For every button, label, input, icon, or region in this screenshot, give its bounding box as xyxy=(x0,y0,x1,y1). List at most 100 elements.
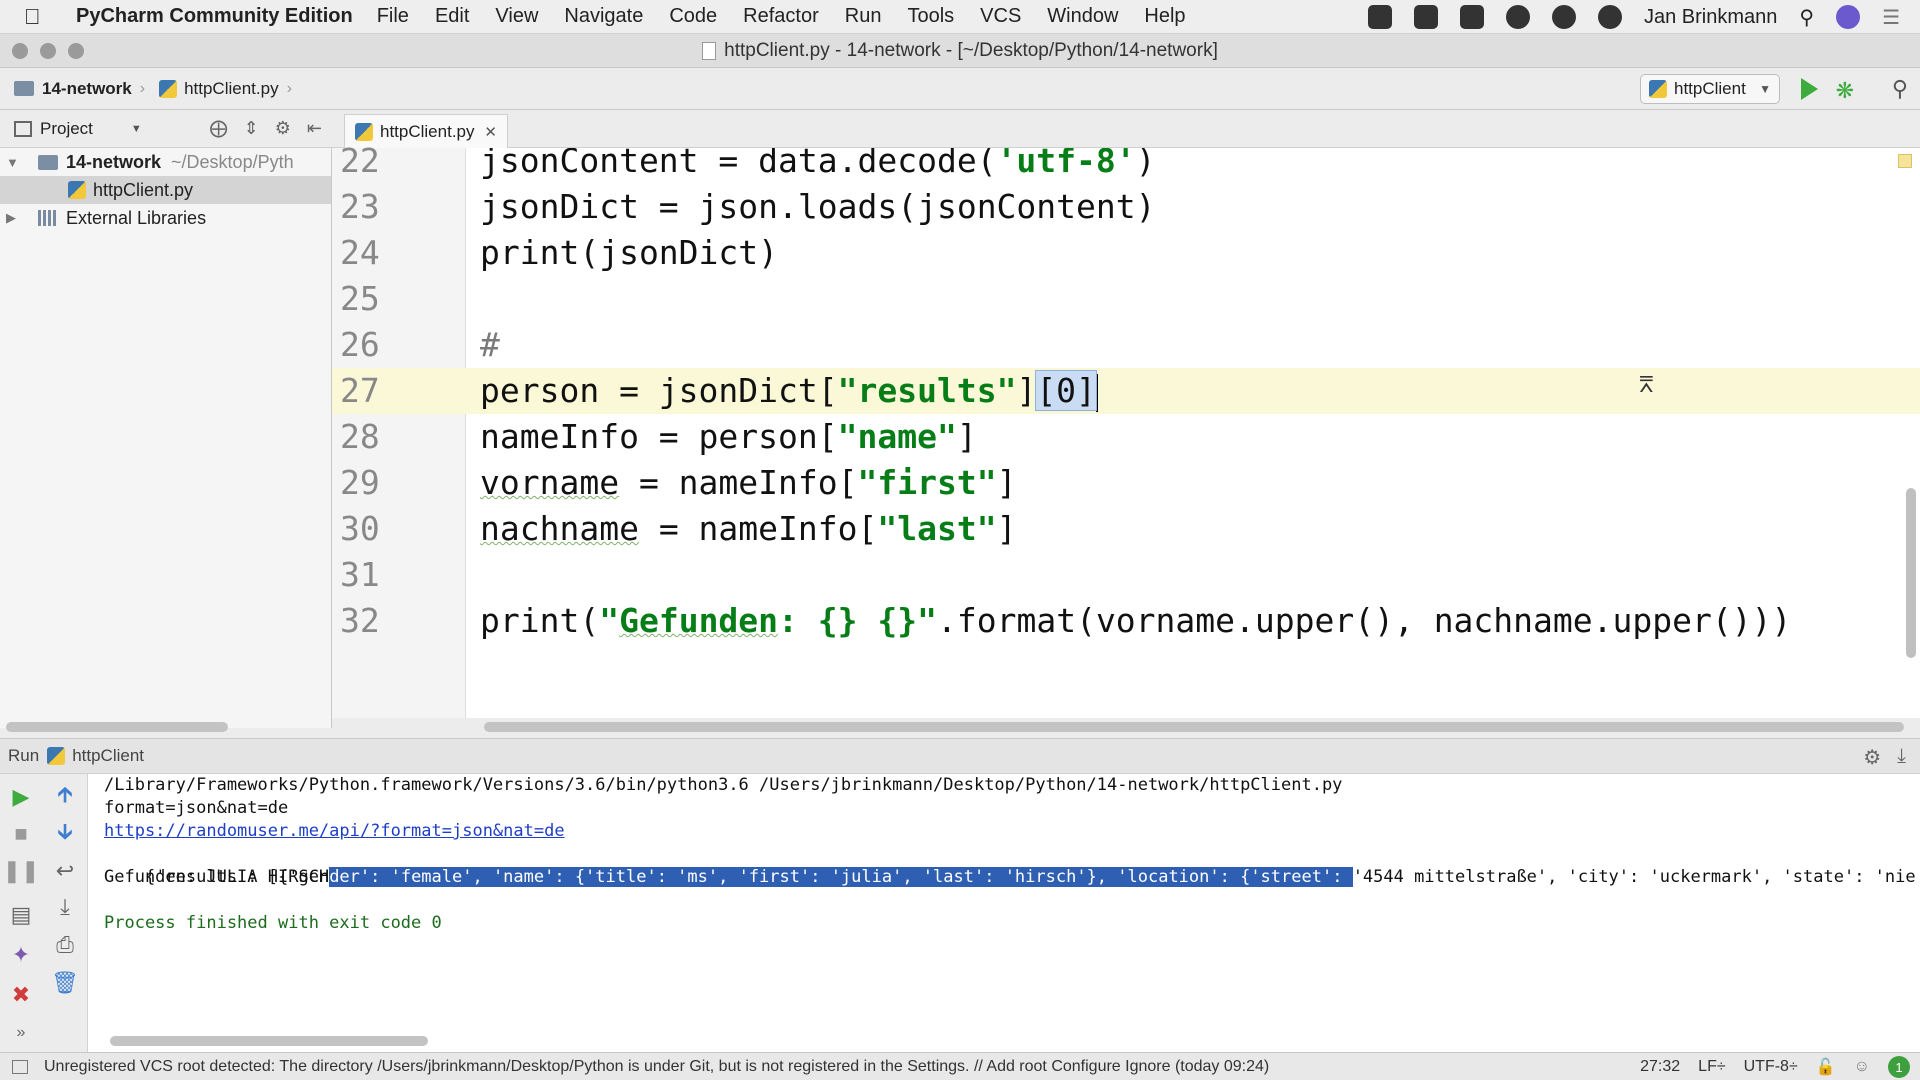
close-run-icon[interactable]: ✖ xyxy=(6,980,36,1010)
code-line[interactable]: jsonContent = data.decode('utf-8') xyxy=(466,148,1920,184)
code-line[interactable]: print("Gefunden: {} {}".format(vorname.u… xyxy=(466,598,1920,644)
mouse-ibeam-cursor-icon: ⌆ xyxy=(1638,366,1655,399)
gear-icon[interactable]: ⚙ xyxy=(275,118,291,139)
time-machine-icon[interactable] xyxy=(1598,5,1622,29)
tool-windows-icon[interactable] xyxy=(12,1059,28,1074)
expand-arrow-icon[interactable]: ▼ xyxy=(6,155,24,170)
lock-icon[interactable]: 🔓 xyxy=(1816,1057,1836,1077)
tree-item-external-libraries[interactable]: ▶ External Libraries xyxy=(0,204,331,232)
menu-file[interactable]: File xyxy=(377,5,409,28)
code-line[interactable]: nameInfo = person["name"] xyxy=(466,414,1920,460)
debug-icon[interactable]: ❋ xyxy=(1836,78,1854,104)
leaf-icon[interactable] xyxy=(1506,5,1530,29)
rerun-icon[interactable]: ▶ xyxy=(6,782,36,812)
code-line[interactable] xyxy=(466,552,1920,598)
status-message[interactable]: Unregistered VCS root detected: The dire… xyxy=(44,1058,1269,1076)
menu-run[interactable]: Run xyxy=(845,5,882,28)
console-horizontal-scrollbar[interactable] xyxy=(110,1036,428,1046)
menu-code[interactable]: Code xyxy=(669,5,717,28)
notification-center-icon[interactable]: ☰ xyxy=(1882,5,1900,30)
creative-cloud-icon[interactable] xyxy=(1368,5,1392,29)
code-line[interactable]: # xyxy=(466,322,1920,368)
more-actions-icon[interactable]: » xyxy=(6,1018,36,1048)
expand-arrow-icon[interactable]: ▶ xyxy=(6,210,24,226)
code-line-current[interactable]: person = jsonDict["results"][0] xyxy=(466,368,1920,414)
apple-icon[interactable]:  xyxy=(24,4,64,30)
chevron-down-icon[interactable]: ▼ xyxy=(131,123,142,135)
plugin-icon[interactable] xyxy=(1414,5,1438,29)
menu-refactor[interactable]: Refactor xyxy=(743,5,819,28)
menu-navigate[interactable]: Navigate xyxy=(564,5,643,28)
tree-item-root[interactable]: ▼ 14-network ~/Desktop/Pyth xyxy=(0,148,331,176)
app-menu-name[interactable]: PyCharm Community Edition xyxy=(76,5,353,28)
trash-icon[interactable]: 🗑 xyxy=(50,968,80,998)
editor-vertical-scrollbar[interactable] xyxy=(1906,488,1916,658)
gear-icon[interactable]: ⚙ xyxy=(1863,745,1881,770)
file-encoding[interactable]: UTF-8÷ xyxy=(1744,1058,1798,1076)
soft-wrap-icon[interactable]: ↩ xyxy=(50,856,80,886)
breadcrumb-project[interactable]: 14-network › xyxy=(14,79,145,99)
editor-gutter: 22 23 24 25 26 27 28 29 30 31 32 xyxy=(332,141,466,718)
line-separator[interactable]: LF÷ xyxy=(1698,1058,1725,1076)
code-line[interactable]: print(jsonDict) xyxy=(466,230,1920,276)
menu-vcs[interactable]: VCS xyxy=(980,5,1021,28)
caret-position[interactable]: 27:32 xyxy=(1640,1058,1680,1076)
minimize-window-button[interactable] xyxy=(40,43,56,59)
scroll-down-icon[interactable]: 🡳 xyxy=(50,819,80,849)
breadcrumb-file-label: httpClient.py xyxy=(184,78,279,98)
run-panel-label: Run xyxy=(8,746,40,765)
code-line[interactable]: vorname = nameInfo["first"] xyxy=(466,460,1920,506)
line-number-current: 27 xyxy=(332,368,466,414)
menu-tools[interactable]: Tools xyxy=(907,5,954,28)
hide-panel-icon[interactable]: ⇤ xyxy=(307,118,322,139)
code-line[interactable]: nachname = nameInfo["last"] xyxy=(466,506,1920,552)
menu-window[interactable]: Window xyxy=(1047,5,1118,28)
code-line[interactable]: jsonDict = json.loads(jsonContent) xyxy=(466,184,1920,230)
photo-icon[interactable] xyxy=(1460,5,1484,29)
print-icon[interactable]: ⎙ xyxy=(50,930,80,960)
breadcrumb-file[interactable]: httpClient.py › xyxy=(159,79,292,99)
hide-panel-icon[interactable]: ⤓ xyxy=(1897,745,1906,770)
project-panel-tools: ⨁ ⇕ ⚙ ⇤ xyxy=(210,118,322,139)
restore-layout-icon[interactable]: ▤ xyxy=(6,900,36,930)
project-view-select[interactable]: Project xyxy=(40,119,93,139)
menu-view[interactable]: View xyxy=(495,5,538,28)
pause-icon[interactable]: ❚❚ xyxy=(3,856,40,886)
code-token: "last" xyxy=(877,509,997,548)
run-configuration-select[interactable]: httpClient ▼ xyxy=(1640,74,1780,104)
code-editor[interactable]: print("Gefunden: {} {}".format(vorname.u… xyxy=(466,148,1920,718)
scroll-to-end-icon[interactable]: ⤓ xyxy=(50,892,80,922)
run-icon[interactable] xyxy=(1801,78,1818,100)
code-line[interactable] xyxy=(466,276,1920,322)
editor-horizontal-scrollbar[interactable] xyxy=(484,722,1904,732)
close-window-button[interactable] xyxy=(12,43,28,59)
pin-tab-icon[interactable]: ✦ xyxy=(6,940,36,970)
inspector-icon[interactable]: ☺ xyxy=(1854,1058,1870,1076)
console-url-link[interactable]: https://randomuser.me/api/?format=json&n… xyxy=(104,820,565,843)
project-view-icon xyxy=(14,120,32,137)
collapse-all-icon[interactable]: ⇕ xyxy=(244,118,259,139)
run-panel-config[interactable]: httpClient xyxy=(72,746,144,766)
close-icon[interactable]: ✕ xyxy=(484,123,497,141)
run-console[interactable]: /Library/Frameworks/Python.framework/Ver… xyxy=(88,774,1920,1052)
project-horizontal-scrollbar[interactable] xyxy=(6,722,228,732)
line-number: 26 xyxy=(340,325,380,364)
tree-item-httpclient[interactable]: httpClient.py xyxy=(0,176,331,204)
menu-help[interactable]: Help xyxy=(1144,5,1185,28)
run-panel-tools: ⚙ ⤓ xyxy=(1863,745,1906,770)
chat-icon[interactable] xyxy=(1552,5,1576,29)
search-icon[interactable]: ⚲ xyxy=(1892,76,1908,102)
menu-edit[interactable]: Edit xyxy=(435,5,469,28)
document-icon xyxy=(702,41,717,60)
locate-file-icon[interactable]: ⨁ xyxy=(210,118,228,139)
spotlight-search-icon[interactable]: ⚲ xyxy=(1799,5,1814,30)
line-number: 24 xyxy=(340,233,380,272)
zoom-window-button[interactable] xyxy=(68,43,84,59)
warning-marker-icon[interactable] xyxy=(1898,154,1912,168)
line-number: 28 xyxy=(340,417,380,456)
scroll-up-icon[interactable]: 🡱 xyxy=(50,782,80,812)
user-name[interactable]: Jan Brinkmann xyxy=(1644,6,1777,29)
event-log-badge[interactable]: 1 xyxy=(1888,1056,1910,1078)
stop-icon[interactable]: ■ xyxy=(6,819,36,849)
siri-icon[interactable] xyxy=(1836,5,1861,29)
